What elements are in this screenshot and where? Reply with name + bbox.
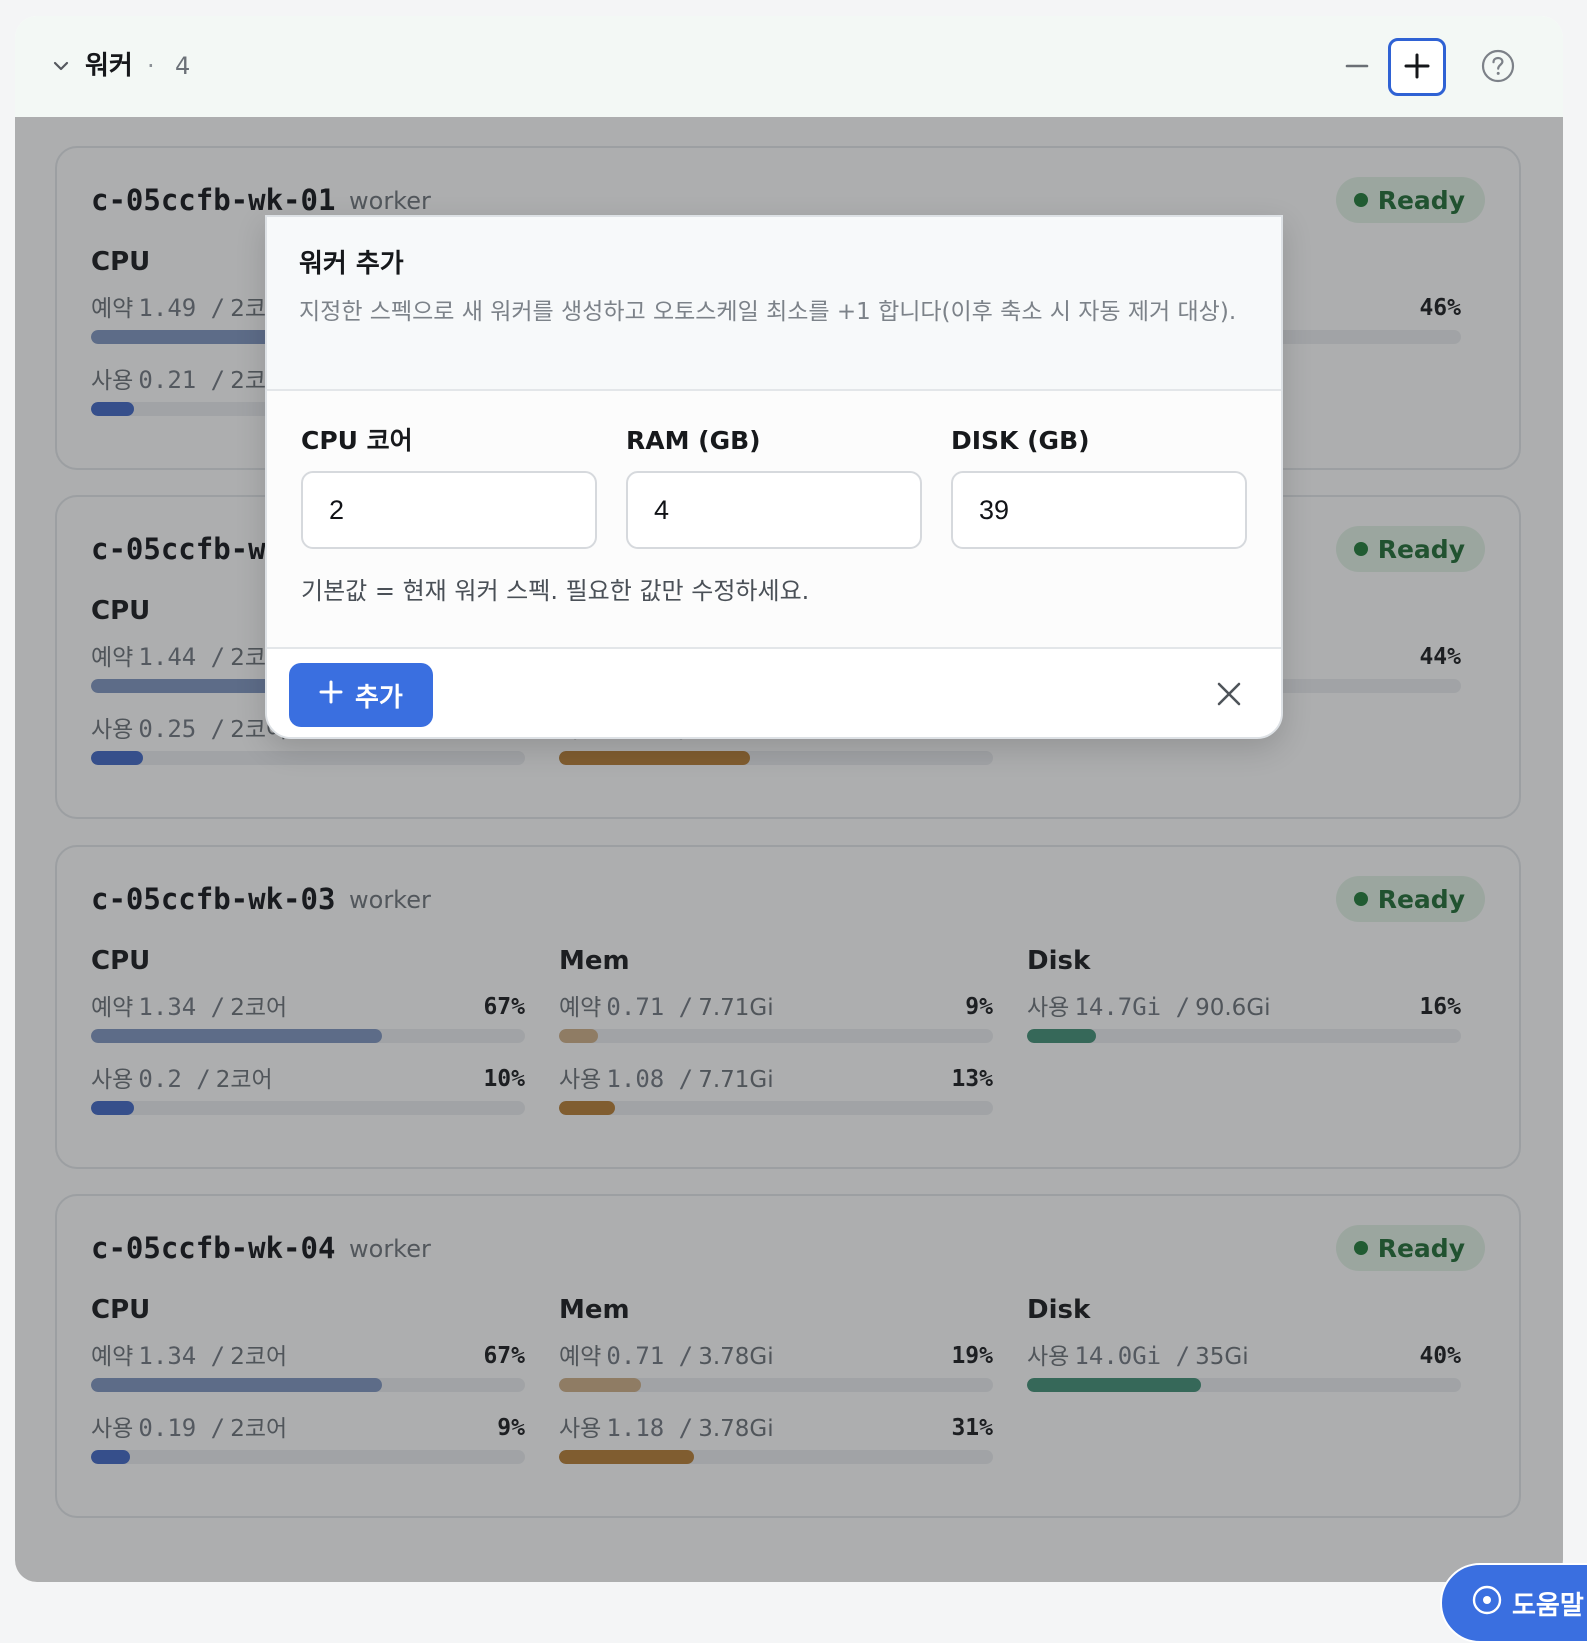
plus-icon [1403,52,1431,83]
minus-icon [1344,53,1370,82]
cpu-cores-input[interactable] [301,471,597,549]
add-worker-popover: 워커 추가 지정한 스펙으로 새 워커를 생성하고 오토스케일 최소를 +1 합… [265,215,1283,739]
disk-field: DISK (GB) [951,425,1247,549]
help-circle-icon [1472,1585,1502,1622]
ram-field: RAM (GB) [626,425,922,549]
popover-description: 지정한 스펙으로 새 워커를 생성하고 오토스케일 최소를 +1 합니다(이후 … [299,299,1237,325]
chevron-down-icon[interactable] [53,58,69,74]
workers-panel: 워커 · 4 c-05ccfb-wk-01 worker Ready CPU 예약 1.… [15,16,1563,1582]
cpu-field-label: CPU 코어 [301,426,413,455]
add-worker-button[interactable] [1388,38,1446,96]
help-fab-label: 도움말 [1512,1590,1584,1621]
popover-footer: 추가 [267,647,1281,737]
help-button[interactable] [1469,38,1527,96]
disk-field-label: DISK (GB) [951,426,1090,455]
popover-title: 워커 추가 [299,249,404,279]
modal-backdrop[interactable]: 워커 추가 지정한 스펙으로 새 워커를 생성하고 오토스케일 최소를 +1 합… [15,117,1563,1582]
confirm-add-label: 추가 [355,681,403,712]
title-separator: · [147,52,155,80]
popover-form: CPU 코어 RAM (GB) DISK (GB) 기본값 = 현재 워커 스펙… [267,391,1281,647]
ram-field-label: RAM (GB) [626,426,761,455]
disk-gb-input[interactable] [951,471,1247,549]
ram-gb-input[interactable] [626,471,922,549]
worker-count: 4 [175,52,191,80]
close-popover-button[interactable] [1203,669,1255,721]
remove-worker-button[interactable] [1328,38,1386,96]
cpu-field: CPU 코어 [301,425,597,549]
section-title: 워커 [85,51,133,81]
plus-icon [319,680,343,711]
workers-header: 워커 · 4 [15,16,1563,117]
popover-header: 워커 추가 지정한 스펙으로 새 워커를 생성하고 오토스케일 최소를 +1 합… [267,217,1281,391]
close-icon [1216,681,1242,710]
default-hint: 기본값 = 현재 워커 스펙. 필요한 값만 수정하세요. [301,577,810,605]
help-fab-button[interactable]: 도움말 [1440,1563,1587,1643]
help-circle-icon [1481,49,1515,86]
confirm-add-button[interactable]: 추가 [289,663,433,727]
